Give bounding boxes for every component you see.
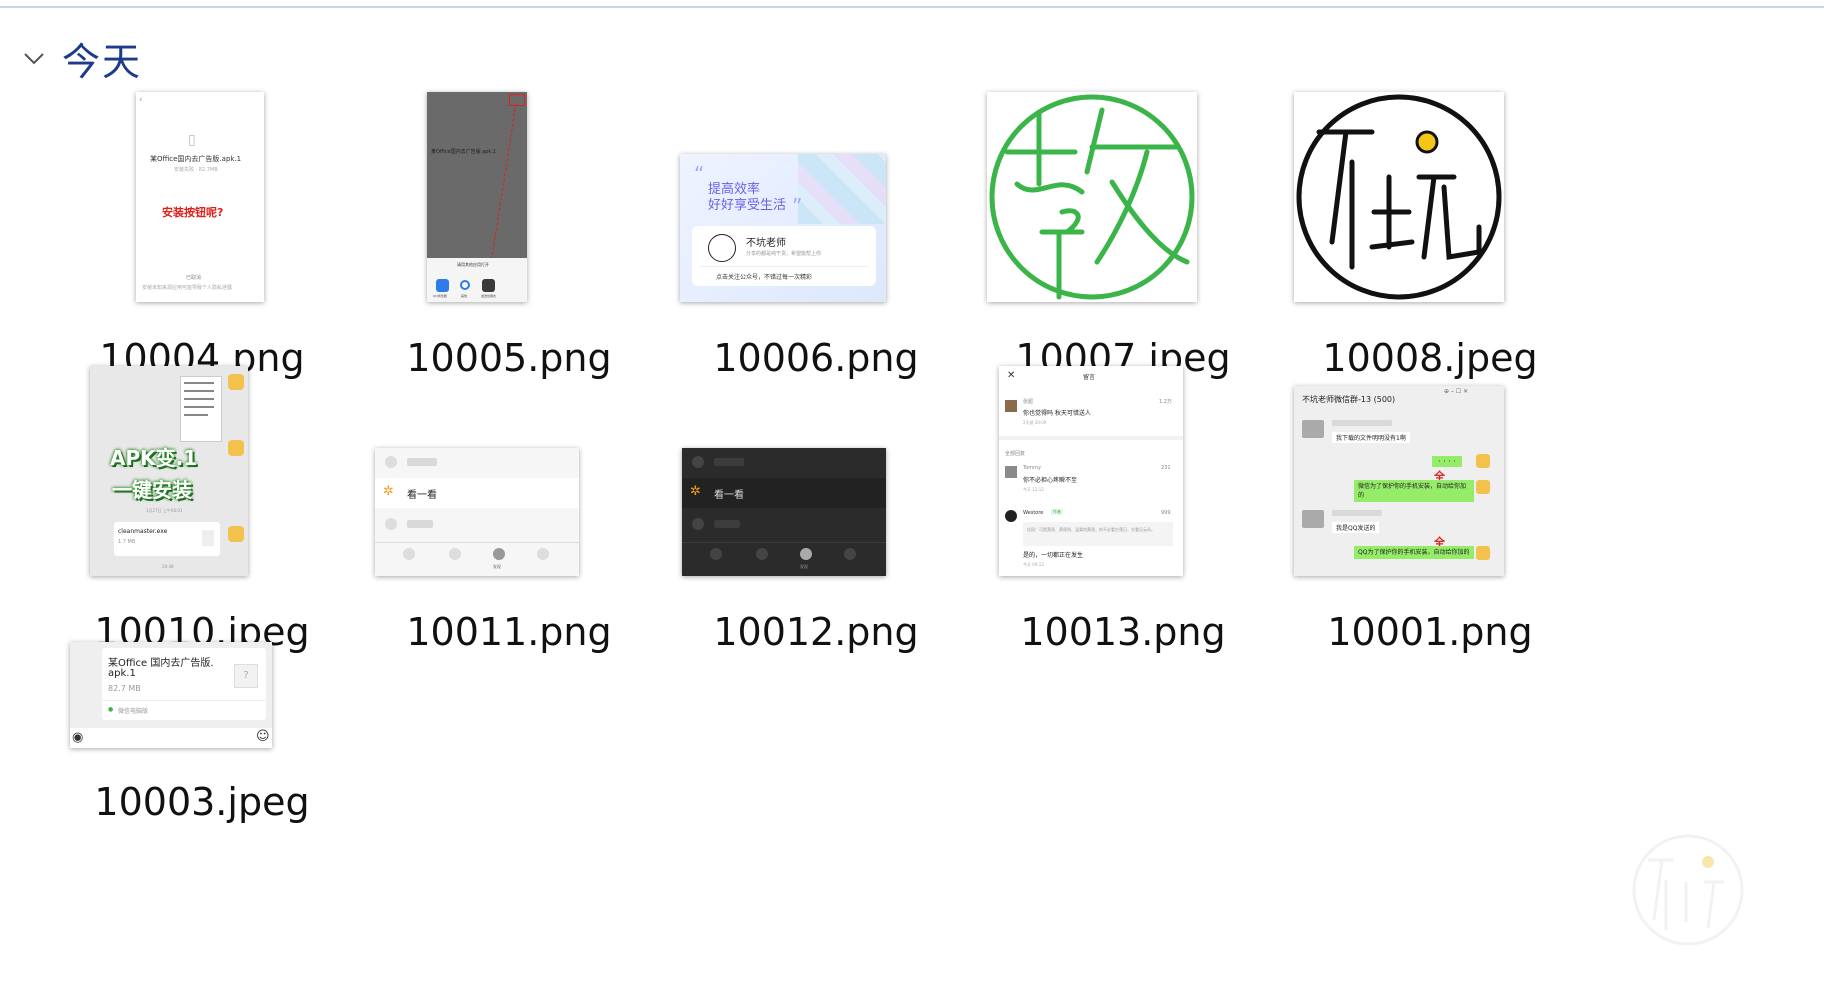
thumbnail: ✲ 看一看 发现 bbox=[682, 448, 886, 576]
green-bubble: · · · · bbox=[1432, 456, 1462, 467]
look-icon: ✲ bbox=[383, 484, 394, 499]
tab-label: 发现 bbox=[493, 564, 501, 569]
thumbnail: ✲ 看一看 发现 bbox=[375, 448, 579, 576]
file-item-10003[interactable]: 某Office 国内去广告版. apk.1 82.7 MB ? ● 微信电脑版 … bbox=[32, 532, 372, 852]
apk-title: 某Office国内去广告版.apk.1 bbox=[150, 155, 242, 163]
author-badge: 作者 bbox=[1051, 509, 1063, 515]
thumbnail bbox=[1294, 92, 1504, 302]
menu-item-label: 看一看 bbox=[714, 490, 744, 501]
window-controls: ⊕ – ☐ ✕ bbox=[1444, 388, 1469, 395]
thumbnail bbox=[987, 92, 1197, 302]
promo-line-1: APK变.1 bbox=[110, 446, 198, 470]
account-name: 不坑老师 bbox=[746, 238, 786, 249]
file-item-10006[interactable]: “ 提高效率 好好享受生活 ” 不坑老师 分享的都是纯干货，希望能帮上你 点击关… bbox=[646, 88, 986, 408]
slogan-line-2: 好好享受生活 bbox=[708, 198, 787, 213]
install-question: 安装按钮呢? bbox=[162, 206, 224, 219]
green-jiao-logo bbox=[989, 94, 1195, 300]
share-sheet-title: 请用其他应用打开 bbox=[457, 262, 489, 267]
comments-title: 留言 bbox=[1083, 374, 1096, 381]
file-item-10008[interactable]: 10008.jpeg bbox=[1260, 88, 1600, 408]
group-header-today[interactable]: 今天 bbox=[22, 36, 142, 84]
tab-label: 发现 bbox=[800, 564, 808, 569]
thumbnail: 不坑老师微信群-13 (500) ⊕ – ☐ ✕ 我下载的文件明明没有1啊 · … bbox=[1294, 386, 1504, 576]
like-count: 999 bbox=[1161, 510, 1171, 516]
avatar bbox=[708, 234, 736, 262]
thumbnail: ✕ 留言 张超 你也觉得吗 秋天可惜送人 2天前 20:09 1.2万 全部回复… bbox=[999, 366, 1183, 576]
file-item-10011[interactable]: ✲ 看一看 发现 10011.png bbox=[339, 362, 679, 682]
file-item-10001[interactable]: 不坑老师微信群-13 (500) ⊕ – ☐ ✕ 我下载的文件明明没有1啊 · … bbox=[1260, 362, 1600, 682]
thumbnail: ‹ ▯ 某Office国内去广告版.apk.1 安装失败 · 82.7MB 安装… bbox=[136, 92, 264, 302]
cat-avatar-icon bbox=[228, 374, 244, 390]
file-name[interactable]: 10003.jpeg bbox=[32, 780, 372, 824]
cat-avatar-icon bbox=[1476, 546, 1490, 560]
file-item-10012[interactable]: ✲ 看一看 发现 10012.png bbox=[646, 362, 986, 682]
thumbnail: “ 提高效率 好好享受生活 ” 不坑老师 分享的都是纯干货，希望能帮上你 点击关… bbox=[680, 154, 886, 302]
cat-avatar-icon bbox=[1476, 454, 1490, 468]
discover-icon bbox=[800, 548, 812, 560]
follow-cta: 点击关注公众号，不错过每一次精彩 bbox=[716, 274, 813, 281]
file-icon: ? bbox=[234, 664, 258, 688]
group-title: 今天 bbox=[62, 39, 143, 84]
thumbnail: 某Office 国内去广告版. apk.1 82.7 MB ? ● 微信电脑版 … bbox=[70, 642, 272, 748]
like-count: 1.2万 bbox=[1159, 399, 1172, 405]
chat-time: 1月27日 上午08:01 bbox=[146, 508, 183, 513]
warning-text: 安装未知来源应用可能导致个人隐私泄露 bbox=[142, 285, 233, 291]
cancelled-label: 已取消 bbox=[186, 275, 202, 281]
top-border bbox=[0, 6, 1824, 8]
promo-line-2: 一键安装 bbox=[112, 478, 192, 502]
thumbnail: 某Office国内去广告版.apk.1 请用其他应用打开 QQ浏览器 其他 发送… bbox=[427, 92, 527, 302]
bukeng-logo bbox=[1296, 94, 1502, 300]
wechat-icon bbox=[482, 279, 495, 292]
file-name[interactable]: 10001.png bbox=[1260, 610, 1600, 654]
file-item-10005[interactable]: 某Office国内去广告版.apk.1 请用其他应用打开 QQ浏览器 其他 发送… bbox=[339, 88, 679, 408]
file-name[interactable]: 10011.png bbox=[339, 610, 679, 654]
file-icon: ▯ bbox=[188, 132, 196, 148]
file-size: 82.7 MB bbox=[108, 684, 141, 693]
close-icon: ✕ bbox=[1007, 370, 1016, 381]
voice-icon: ◉ bbox=[72, 730, 84, 745]
apk-meta: 安装失败 · 82.7MB bbox=[174, 167, 218, 173]
bukeng-watermark-logo bbox=[1632, 834, 1744, 946]
menu-item-label: 看一看 bbox=[407, 490, 437, 501]
file-name[interactable]: 10013.png bbox=[953, 610, 1293, 654]
chevron-down-icon[interactable] bbox=[22, 46, 46, 70]
file-item-10013[interactable]: ✕ 留言 张超 你也觉得吗 秋天可惜送人 2天前 20:09 1.2万 全部回复… bbox=[953, 362, 1293, 682]
chat-title: 不坑老师微信群-13 (500) bbox=[1302, 395, 1396, 404]
file-name[interactable]: 10012.png bbox=[646, 610, 986, 654]
file-item-10007[interactable]: 10007.jpeg bbox=[953, 88, 1293, 408]
wechat-pc-icon: ● bbox=[108, 706, 114, 713]
file-item-10004[interactable]: ‹ ▯ 某Office国内去广告版.apk.1 安装失败 · 82.7MB 安装… bbox=[32, 88, 372, 408]
look-icon: ✲ bbox=[690, 484, 701, 499]
discover-icon bbox=[493, 548, 505, 560]
cat-avatar-icon bbox=[228, 440, 244, 456]
like-count: 231 bbox=[1161, 465, 1171, 471]
cat-avatar-icon bbox=[1476, 480, 1490, 494]
account-desc: 分享的都是纯干货，希望能帮上你 bbox=[746, 251, 822, 257]
emoji-icon: ☺ bbox=[256, 729, 270, 744]
other-app-icon bbox=[460, 280, 470, 290]
qqbrowser-icon bbox=[436, 279, 449, 292]
